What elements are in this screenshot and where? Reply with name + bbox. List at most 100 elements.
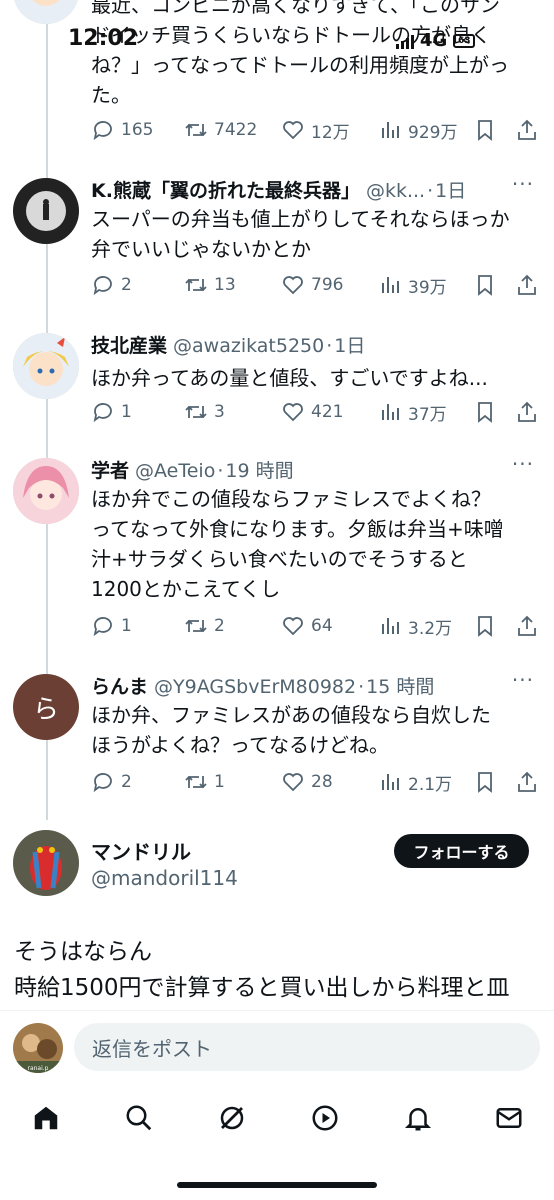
nav-messages[interactable] [489, 1098, 529, 1138]
author-handle[interactable]: @awazikat5250 [173, 335, 324, 357]
views-button[interactable]: 39万 [378, 270, 447, 300]
retweet-count: 7422 [214, 120, 258, 140]
tweet-time: 19 時間 [225, 460, 294, 482]
tweet-time: 15 時間 [366, 676, 435, 698]
bookmark-button[interactable] [473, 611, 497, 641]
reply-button[interactable]: 165 [91, 115, 153, 145]
views-button[interactable]: 2.1万 [378, 767, 452, 797]
messages-icon [496, 1108, 522, 1128]
heart-icon [283, 617, 303, 636]
retweet-icon [185, 278, 207, 292]
views-count: 39万 [408, 277, 447, 298]
bookmark-icon [478, 616, 492, 637]
like-button[interactable]: 12万 [281, 115, 350, 145]
reply-button[interactable]: 2 [91, 270, 132, 300]
bookmark-icon [478, 402, 492, 423]
views-icon [382, 618, 399, 634]
like-button[interactable]: 64 [281, 611, 333, 641]
avatar[interactable] [13, 0, 79, 24]
retweet-icon [185, 619, 207, 633]
retweet-button[interactable]: 13 [184, 270, 236, 300]
reply-button[interactable]: 1 [91, 611, 132, 641]
like-button[interactable]: 796 [281, 270, 343, 300]
tweet-actions: 2 1 28 2.1万 [91, 767, 541, 797]
bookmark-icon [478, 120, 492, 141]
more-icon[interactable]: ··· [512, 668, 534, 692]
heart-icon [283, 276, 303, 295]
bookmark-icon [478, 772, 492, 793]
like-count: 28 [311, 772, 333, 792]
author-handle[interactable]: @AeTeio [135, 460, 215, 482]
nav-video[interactable] [305, 1098, 345, 1138]
retweet-button[interactable]: 2 [184, 611, 225, 641]
avatar[interactable] [13, 458, 79, 524]
main-post-author-name[interactable]: マンドリル [91, 836, 191, 865]
retweet-icon [185, 123, 207, 137]
like-count: 421 [311, 402, 344, 422]
video-icon [312, 1105, 338, 1131]
share-button[interactable] [515, 767, 539, 797]
reply-button[interactable]: 2 [91, 767, 132, 797]
share-button[interactable] [515, 611, 539, 641]
avatar[interactable] [13, 178, 79, 244]
views-button[interactable]: 929万 [378, 115, 457, 145]
nav-grok[interactable] [212, 1098, 252, 1138]
like-count: 796 [311, 275, 344, 295]
like-button[interactable]: 421 [281, 397, 343, 427]
bookmark-icon [478, 275, 492, 296]
retweet-count: 1 [214, 772, 225, 792]
bookmark-button[interactable] [473, 270, 497, 300]
my-avatar[interactable]: ranai.p [13, 1023, 63, 1073]
share-button[interactable] [515, 397, 539, 427]
nav-search[interactable] [119, 1098, 159, 1138]
reply-icon [93, 276, 112, 296]
reply-button[interactable]: 1 [91, 397, 132, 427]
more-icon[interactable]: ··· [512, 452, 534, 476]
reply-input[interactable]: 返信をポスト [74, 1023, 540, 1071]
avatar-caption: ranai.p [27, 1065, 48, 1072]
more-icon[interactable]: ··· [512, 172, 534, 196]
tweet-actions: 1 3 421 37万 [91, 397, 541, 427]
share-button[interactable] [515, 270, 539, 300]
views-button[interactable]: 3.2万 [378, 611, 452, 641]
tweet-text: ほか弁でこの値段ならファミレスでよくね？ ってなって外食になります。夕飯は弁当+… [91, 487, 504, 601]
views-count: 929万 [408, 122, 458, 143]
bookmark-button[interactable] [473, 115, 497, 145]
author-name[interactable]: らんま [91, 672, 148, 699]
main-post-text: そうはならん 時給1500円で計算すると買い出しから料理と皿 [14, 939, 510, 1001]
retweet-button[interactable]: 7422 [184, 115, 257, 145]
share-icon [518, 274, 536, 295]
tweet-time: 1日 [435, 180, 467, 202]
avatar[interactable]: ら [13, 674, 79, 740]
bookmark-button[interactable] [473, 397, 497, 427]
main-post-avatar[interactable] [13, 830, 79, 896]
views-count: 37万 [408, 404, 447, 425]
search-icon [126, 1105, 152, 1131]
reply-count: 1 [121, 616, 132, 636]
retweet-button[interactable]: 1 [184, 767, 225, 797]
nav-home[interactable] [26, 1098, 66, 1138]
heart-icon [283, 403, 303, 422]
nav-notifications[interactable] [398, 1098, 438, 1138]
retweet-button[interactable]: 3 [184, 397, 225, 427]
bottom-nav [0, 1086, 554, 1200]
views-count: 3.2万 [408, 618, 453, 639]
author-name[interactable]: 技北産業 [91, 331, 167, 358]
author-name[interactable]: 学者 [91, 456, 129, 483]
tweet-text: スーパーの弁当も値上がりしてそれならほっか 弁でいいじゃないかとか [91, 207, 510, 261]
avatar-letter: ら [32, 694, 59, 725]
main-post-author-handle[interactable]: @mandoril114 [91, 866, 238, 890]
author-handle[interactable]: @Y9AGSbvErM80982 [154, 676, 356, 698]
bookmark-button[interactable] [473, 767, 497, 797]
reply-icon [93, 773, 112, 793]
like-button[interactable]: 28 [281, 767, 333, 797]
author-handle[interactable]: @kk... [366, 180, 425, 202]
tweet-actions: 2 13 796 39万 [91, 270, 541, 300]
retweet-icon [185, 405, 207, 419]
views-button[interactable]: 37万 [378, 397, 447, 427]
follow-button[interactable]: フォローする [394, 834, 529, 868]
share-button[interactable] [515, 115, 539, 145]
avatar[interactable] [13, 333, 79, 399]
tweet-time: 1日 [334, 335, 366, 357]
author-name[interactable]: K.熊蔵「翼の折れた最終兵器」 [91, 176, 360, 203]
